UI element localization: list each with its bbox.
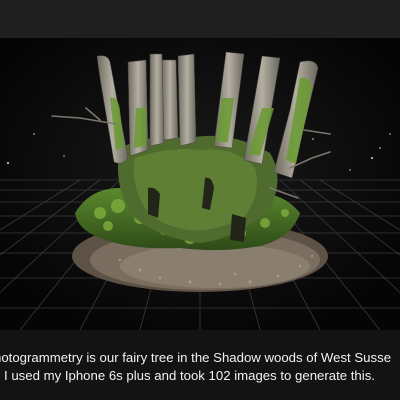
- caption-panel: hotogrammetry is our fairy tree in the S…: [0, 330, 400, 400]
- top-band: [0, 0, 400, 38]
- caption-line-2: I used my Iphone 6s plus and took 102 im…: [4, 368, 375, 383]
- 3d-viewport[interactable]: [0, 38, 400, 330]
- caption-line-1: hotogrammetry is our fairy tree in the S…: [0, 350, 392, 365]
- scene-canvas: [0, 38, 400, 330]
